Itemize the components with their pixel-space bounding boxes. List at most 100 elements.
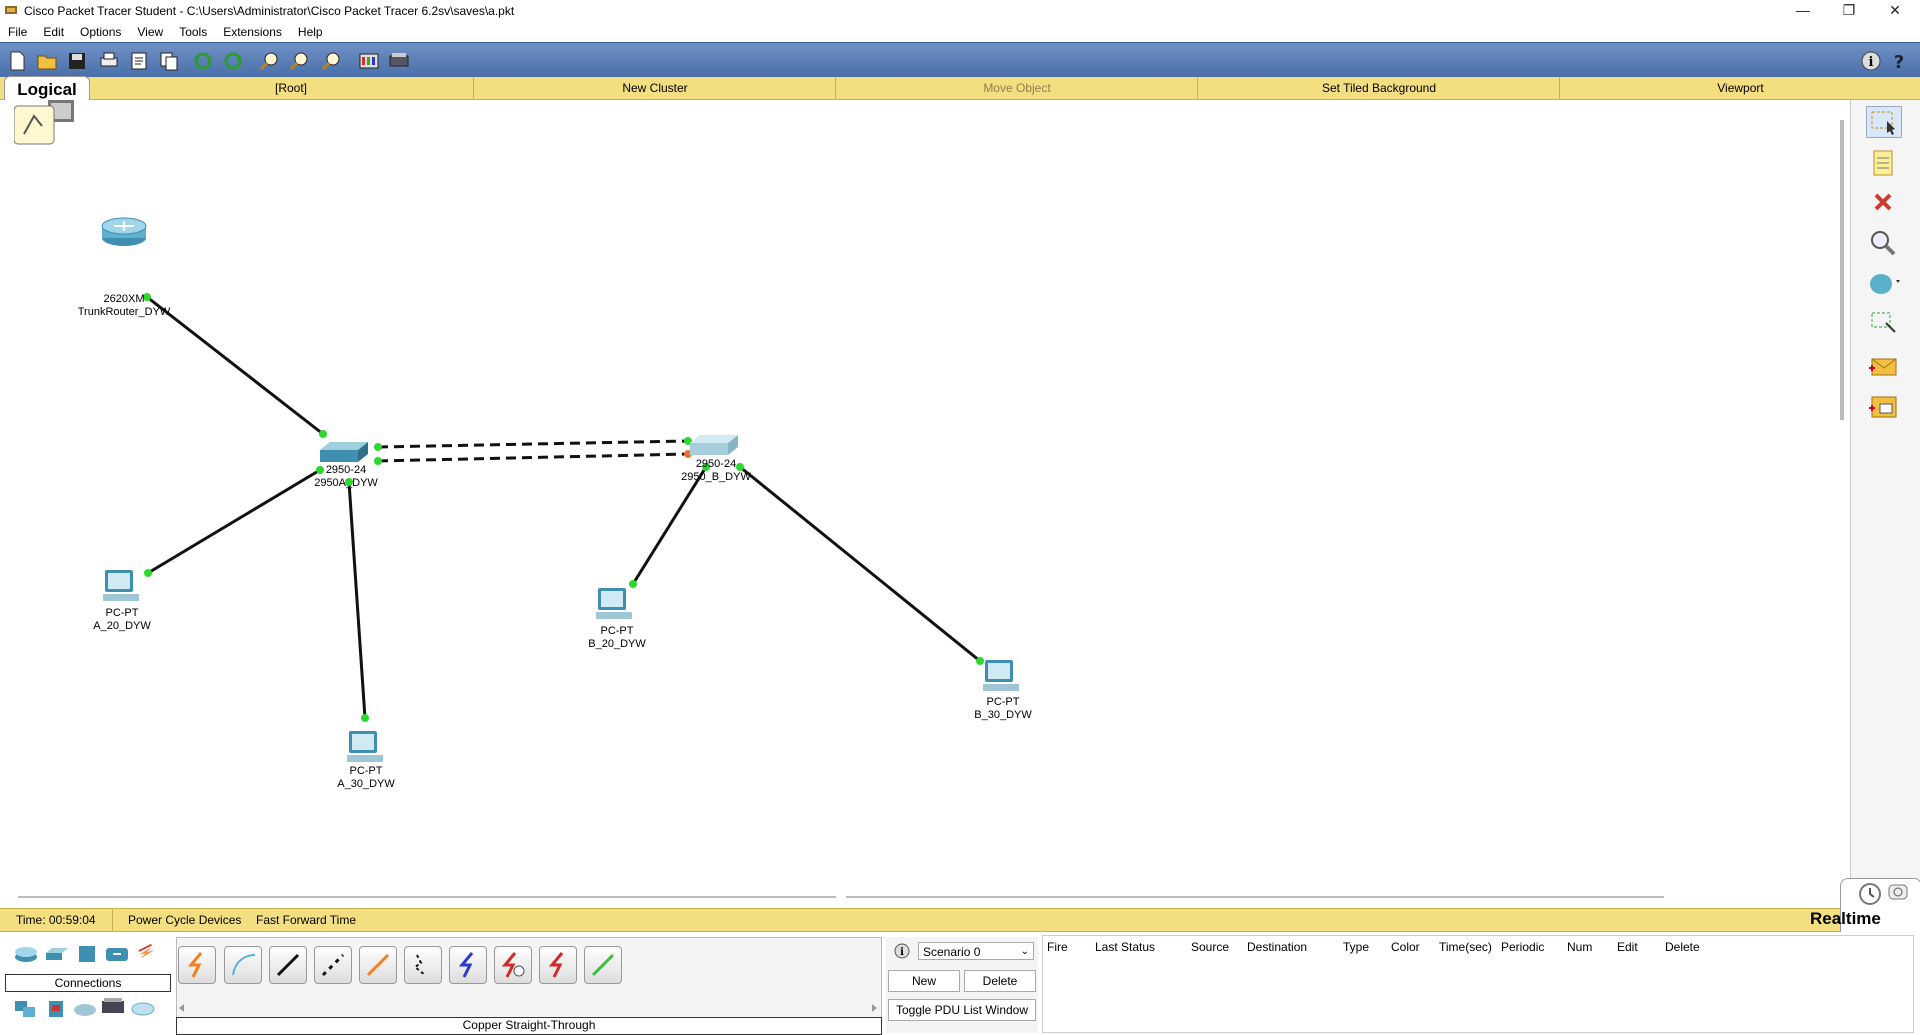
navigation-panel-icon[interactable] bbox=[14, 100, 76, 146]
column-header-time[interactable]: Time(sec) bbox=[1439, 940, 1492, 954]
column-header-delete[interactable]: Delete bbox=[1665, 940, 1700, 954]
hubs-category-icon[interactable] bbox=[74, 944, 100, 964]
column-header-color[interactable]: Color bbox=[1391, 940, 1420, 954]
pc-icon[interactable] bbox=[983, 660, 1019, 691]
zoom-in-icon[interactable] bbox=[258, 50, 280, 72]
menu-options[interactable]: Options bbox=[72, 22, 129, 39]
column-header-last-status[interactable]: Last Status bbox=[1095, 940, 1155, 954]
device-name[interactable]: 2950_B_DYW bbox=[681, 471, 751, 484]
minimize-button[interactable]: — bbox=[1780, 0, 1826, 22]
router-icon[interactable] bbox=[101, 217, 147, 246]
connections-category-icon[interactable] bbox=[134, 942, 160, 962]
pc-icon[interactable] bbox=[596, 588, 632, 619]
pc-icon[interactable] bbox=[347, 731, 383, 762]
logical-workspace-tab[interactable]: Logical bbox=[4, 76, 90, 101]
column-header-fire[interactable]: Fire bbox=[1047, 940, 1068, 954]
custom-device-icon[interactable] bbox=[388, 50, 410, 72]
column-header-edit[interactable]: Edit bbox=[1617, 940, 1638, 954]
end-devices-category-icon[interactable] bbox=[13, 999, 39, 1019]
link-switch-a-to-switch-b-2[interactable] bbox=[377, 452, 689, 463]
copper-straight-through-icon[interactable] bbox=[269, 946, 307, 984]
menu-edit[interactable]: Edit bbox=[35, 22, 72, 39]
multiuser-connection-category-icon[interactable] bbox=[130, 999, 156, 1019]
link-switch-a-to-switch-b-1[interactable] bbox=[377, 439, 689, 449]
delete-icon[interactable] bbox=[1866, 188, 1900, 218]
column-header-num[interactable]: Num bbox=[1567, 940, 1592, 954]
canvas-vertical-scrollbar[interactable] bbox=[1840, 120, 1844, 420]
link-switch-b-to-pc-b20[interactable] bbox=[631, 466, 708, 585]
coaxial-icon[interactable] bbox=[449, 946, 487, 984]
serial-dte-icon[interactable] bbox=[539, 946, 577, 984]
viewport-button[interactable]: Viewport bbox=[1559, 77, 1920, 99]
zoom-out-icon[interactable] bbox=[320, 50, 342, 72]
serial-dce-icon[interactable] bbox=[494, 946, 532, 984]
menu-extensions[interactable]: Extensions bbox=[215, 22, 290, 39]
select-icon[interactable] bbox=[1866, 106, 1902, 138]
automatic-cable-icon[interactable] bbox=[178, 946, 216, 984]
canvas-horizontal-scrollbar[interactable] bbox=[846, 896, 1664, 898]
column-header-destination[interactable]: Destination bbox=[1247, 940, 1307, 954]
open-folder-icon[interactable] bbox=[36, 50, 58, 72]
pc-icon[interactable] bbox=[103, 570, 139, 601]
security-category-icon[interactable] bbox=[44, 999, 70, 1019]
device-name[interactable]: A_20_DYW bbox=[93, 620, 150, 633]
wireless-devices-category-icon[interactable] bbox=[104, 944, 130, 964]
device-name[interactable]: A_30_DYW bbox=[337, 778, 394, 791]
resize-icon[interactable] bbox=[1866, 308, 1900, 338]
inspect-icon[interactable] bbox=[1866, 228, 1900, 258]
redo-icon[interactable] bbox=[222, 50, 244, 72]
root-button[interactable]: [Root] bbox=[110, 77, 472, 99]
new-file-icon[interactable] bbox=[6, 50, 28, 72]
note-icon[interactable] bbox=[1866, 148, 1900, 178]
link-switch-b-to-pc-b30[interactable] bbox=[739, 465, 981, 663]
column-header-source[interactable]: Source bbox=[1191, 940, 1229, 954]
power-cycle-devices-button[interactable]: Power Cycle Devices bbox=[128, 913, 241, 927]
custom-made-devices-category-icon[interactable] bbox=[100, 997, 126, 1017]
cable-panel-scrollbar[interactable] bbox=[178, 1002, 878, 1014]
new-scenario-button[interactable]: New bbox=[888, 970, 960, 992]
activity-wizard-icon[interactable] bbox=[128, 50, 150, 72]
move-object-button[interactable]: Move Object bbox=[835, 77, 1198, 99]
link-switch-a-to-pc-a30[interactable] bbox=[347, 481, 367, 719]
add-simple-pdu-icon[interactable] bbox=[1866, 352, 1900, 382]
delete-scenario-button[interactable]: Delete bbox=[964, 970, 1036, 992]
menu-file[interactable]: File bbox=[0, 22, 35, 39]
draw-shape-icon[interactable] bbox=[1866, 268, 1900, 298]
print-icon[interactable] bbox=[98, 50, 120, 72]
routers-category-icon[interactable] bbox=[13, 944, 39, 964]
fiber-icon[interactable] bbox=[359, 946, 397, 984]
console-cable-icon[interactable] bbox=[224, 946, 262, 984]
copy-icon[interactable] bbox=[158, 50, 180, 72]
switch-icon[interactable] bbox=[690, 435, 738, 455]
simulation-mode-icon[interactable] bbox=[1887, 881, 1911, 903]
undo-icon[interactable] bbox=[192, 50, 214, 72]
add-complex-pdu-icon[interactable] bbox=[1866, 392, 1900, 422]
menu-tools[interactable]: Tools bbox=[171, 22, 215, 39]
realtime-mode-label[interactable]: Realtime bbox=[1810, 909, 1881, 929]
info-icon[interactable]: i bbox=[1860, 50, 1882, 72]
device-name[interactable]: B_20_DYW bbox=[588, 638, 645, 651]
scenario-dropdown[interactable]: Scenario 0 ⌄ bbox=[918, 942, 1034, 960]
zoom-reset-icon[interactable] bbox=[288, 50, 310, 72]
link-switch-a-to-pc-a20[interactable] bbox=[147, 468, 321, 575]
device-name[interactable]: B_30_DYW bbox=[974, 709, 1031, 722]
switches-category-icon[interactable] bbox=[44, 944, 70, 964]
palette-icon[interactable] bbox=[358, 50, 380, 72]
toggle-pdu-list-button[interactable]: Toggle PDU List Window bbox=[888, 999, 1036, 1021]
new-cluster-button[interactable]: New Cluster bbox=[473, 77, 836, 99]
phone-cable-icon[interactable] bbox=[404, 946, 442, 984]
octal-cable-icon[interactable] bbox=[584, 946, 622, 984]
switch-icon[interactable] bbox=[320, 442, 368, 462]
fast-forward-time-button[interactable]: Fast Forward Time bbox=[256, 913, 356, 927]
logical-workspace-canvas[interactable]: 2620XM TrunkRouter_DYW 2950-24 2950A_DYW… bbox=[0, 100, 1848, 895]
scenario-info-icon[interactable]: i bbox=[894, 943, 910, 959]
copper-cross-over-icon[interactable] bbox=[314, 946, 352, 984]
device-name[interactable]: TrunkRouter_DYW bbox=[78, 306, 171, 319]
set-tiled-background-button[interactable]: Set Tiled Background bbox=[1197, 77, 1560, 99]
canvas-horizontal-scrollbar[interactable] bbox=[18, 896, 836, 898]
menu-help[interactable]: Help bbox=[290, 22, 331, 39]
link-router-to-switch-a[interactable] bbox=[146, 295, 324, 436]
column-header-type[interactable]: Type bbox=[1343, 940, 1369, 954]
wan-emulation-category-icon[interactable] bbox=[72, 999, 98, 1019]
column-header-periodic[interactable]: Periodic bbox=[1501, 940, 1544, 954]
